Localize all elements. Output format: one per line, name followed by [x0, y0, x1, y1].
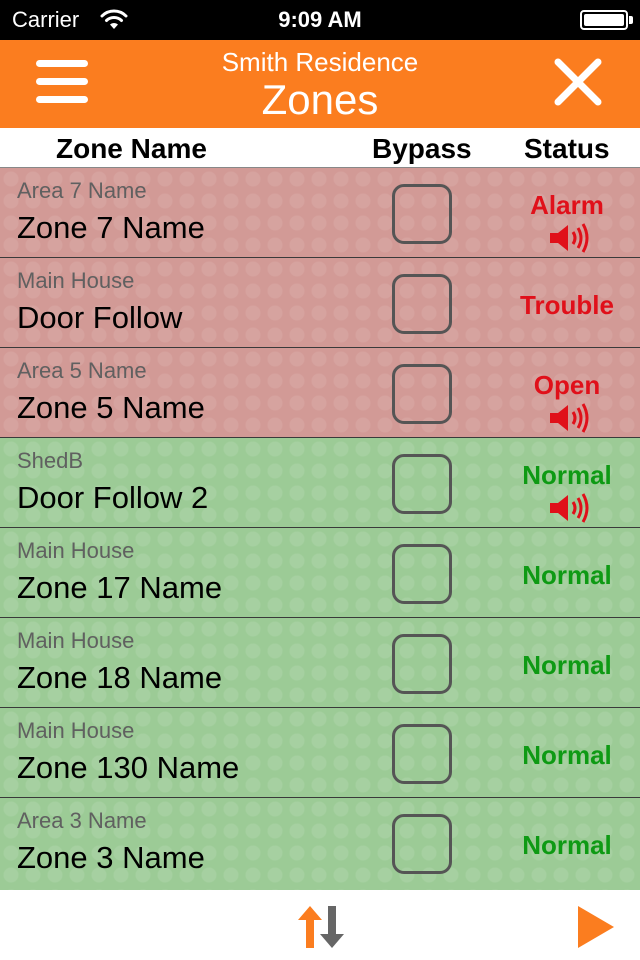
zone-row[interactable]: Area 3 Name Zone 3 Name Normal [0, 798, 640, 890]
zone-status: Trouble [520, 290, 614, 320]
zone-area: Area 5 Name [17, 358, 147, 383]
zone-name: Zone 17 Name [17, 570, 223, 605]
zone-name: Zone 18 Name [17, 660, 223, 695]
zone-row[interactable]: ShedB Door Follow 2 Normal [0, 438, 640, 528]
zone-area: Main House [17, 268, 135, 293]
bypass-checkbox[interactable] [392, 364, 452, 424]
play-icon[interactable] [576, 904, 616, 950]
zone-row[interactable]: Main House Zone 130 Name Normal [0, 708, 640, 798]
column-header: Zone Name Bypass Status [0, 128, 640, 168]
zone-status: Normal [522, 560, 612, 590]
bypass-checkbox[interactable] [392, 544, 452, 604]
sort-icon[interactable] [296, 904, 346, 950]
speaker-icon [550, 223, 589, 253]
zone-status: Normal [522, 650, 612, 680]
zone-name: Zone 130 Name [17, 750, 240, 785]
column-bypass: Bypass [372, 133, 472, 164]
speaker-icon [550, 403, 589, 433]
bypass-checkbox[interactable] [392, 274, 452, 334]
bypass-checkbox[interactable] [392, 454, 452, 514]
battery-icon [580, 10, 628, 30]
bottom-toolbar [0, 890, 640, 960]
speaker-icon [550, 493, 589, 523]
bypass-checkbox[interactable] [392, 634, 452, 694]
zone-area: Main House [17, 628, 135, 653]
zone-row[interactable]: Main House Zone 18 Name Normal [0, 618, 640, 708]
zone-status: Open [533, 370, 601, 400]
clock: 9:09 AM [278, 7, 362, 32]
zone-row[interactable]: Main House Zone 17 Name Normal [0, 528, 640, 618]
nav-bar: Smith Residence Zones [0, 40, 640, 128]
zone-name: Zone 3 Name [17, 840, 205, 875]
bypass-checkbox[interactable] [392, 724, 452, 784]
zone-row[interactable]: Area 7 Name Zone 7 Name Alarm [0, 168, 640, 258]
zone-status: Normal [522, 830, 612, 860]
zone-name: Zone 7 Name [17, 210, 205, 245]
zone-area: Main House [17, 718, 135, 743]
residence-name: Smith Residence [221, 47, 419, 77]
zone-status: Alarm [530, 190, 604, 220]
zone-area: ShedB [17, 448, 84, 473]
zone-row[interactable]: Main House Door Follow Trouble [0, 258, 640, 348]
close-icon[interactable] [552, 56, 604, 108]
zone-name: Zone 5 Name [17, 390, 205, 425]
zone-row[interactable]: Area 5 Name Zone 5 Name Open [0, 348, 640, 438]
zone-status: Normal [522, 460, 612, 490]
column-status: Status [524, 133, 610, 164]
zones-list: Area 7 Name Zone 7 Name Alarm Main House… [0, 168, 640, 890]
bypass-checkbox[interactable] [392, 814, 452, 874]
zone-name: Door Follow 2 [17, 480, 209, 515]
zone-status: Normal [522, 740, 612, 770]
status-bar: Carrier 9:09 AM [0, 0, 640, 40]
zone-area: Main House [17, 538, 135, 563]
zone-name: Door Follow [17, 300, 183, 335]
zone-area: Area 7 Name [17, 178, 147, 203]
zone-area: Area 3 Name [17, 808, 147, 833]
battery-tip [629, 16, 633, 24]
bypass-checkbox[interactable] [392, 184, 452, 244]
column-zone-name: Zone Name [56, 133, 207, 164]
page-title: Zones [261, 76, 379, 123]
